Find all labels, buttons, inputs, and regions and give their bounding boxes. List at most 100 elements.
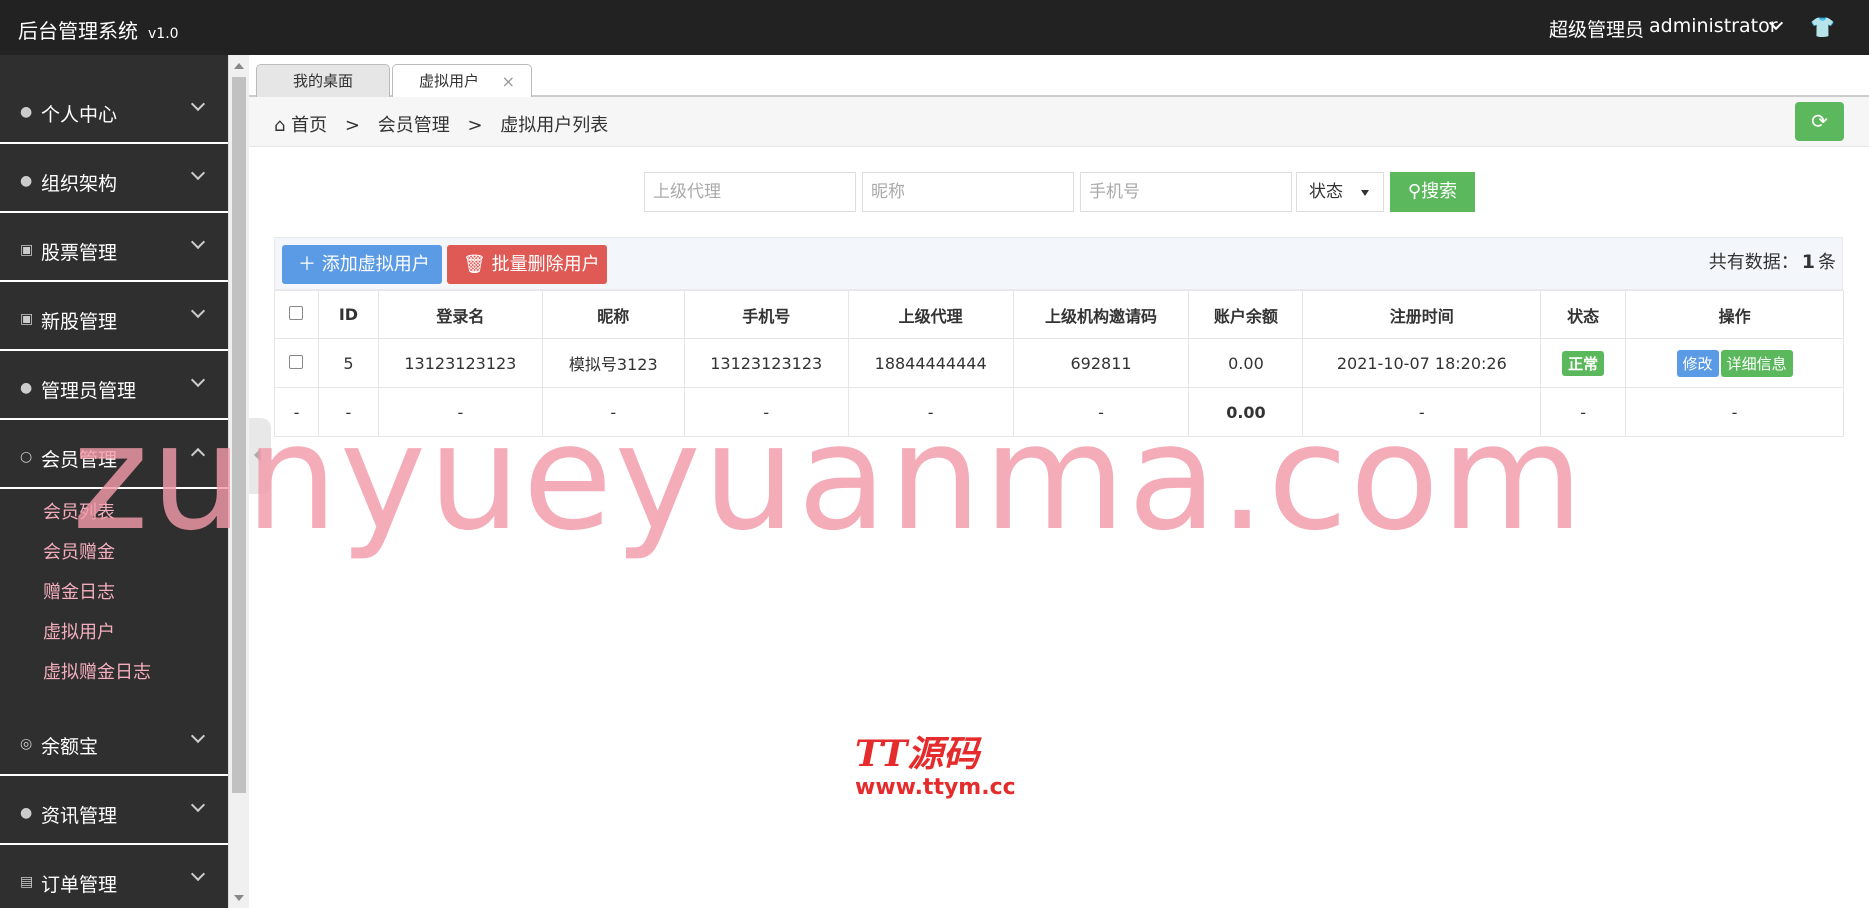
summary-balance: 0.00 [1188,387,1304,437]
user-menu[interactable]: administrator [1649,15,1778,37]
phone-search-input[interactable]: 手机号 [1080,172,1292,212]
sidebar-item-label: 订单管理 [41,874,118,896]
caret-down-icon [1361,190,1369,196]
column-header: 账户余额 [1188,290,1304,339]
app-title: 后台管理系统 v1.0 [18,15,179,44]
chevron-up-icon [190,447,206,463]
summary-cell: - [317,387,379,437]
chevron-down-icon [190,234,206,250]
detail-button[interactable]: 详细信息 [1720,349,1793,377]
tab-virtual-users[interactable]: 虚拟用户 × [392,64,532,99]
select-all-checkbox[interactable] [289,306,304,320]
tt-logo: TT源码 www.ttym.cc [855,725,1016,800]
breadcrumb: ⌂ 首页 > 会员管理 > 虚拟用户列表 [274,111,608,137]
scroll-up-icon[interactable] [234,63,244,69]
cell-balance: 0.00 [1188,338,1304,388]
sidebar-subitem-virtual-users[interactable]: 虚拟用户 [0,613,228,653]
row-checkbox-cell [274,338,319,388]
plus-icon: ＋ [298,254,316,275]
briefcase-icon: ▣ [20,242,34,258]
nickname-search-input[interactable]: 昵称 [862,172,1074,212]
status-badge: 正常 [1562,350,1605,376]
cell-phone: 13123123123 [683,338,849,388]
column-header: 上级代理 [847,290,1014,339]
cell-status: 正常 [1540,338,1627,388]
total-value: 1 [1801,251,1815,273]
summary-cell: - [847,387,1014,437]
search-form: 上级代理 昵称 手机号 状态 ⚲搜索 [0,172,1869,212]
breadcrumb-home[interactable]: 首页 [291,115,327,136]
chevron-down-icon [190,866,206,882]
cell-login: 13123123123 [377,338,543,388]
sidebar-subitem-member-list[interactable]: 会员列表 [0,493,228,533]
total-prefix: 共有数据： [1708,252,1799,273]
user-icon: ● [20,104,33,120]
column-header: 状态 [1540,290,1627,339]
chevron-down-icon [190,96,206,112]
breadcrumb-bar: ⌂ 首页 > 会员管理 > 虚拟用户列表 ⟳ [249,97,1869,147]
cell-agent: 18844444444 [847,338,1014,388]
sidebar-subitem-bonus-log[interactable]: 赠金日志 [0,573,228,613]
close-icon[interactable]: × [502,65,515,98]
sidebar-item-news-management[interactable]: ● 资讯管理 [0,776,228,845]
edit-button[interactable]: 修改 [1676,349,1719,377]
chevron-down-icon [190,797,206,813]
column-header: 登录名 [377,290,543,339]
briefcase-icon: ▣ [20,311,34,327]
sidebar-item-label: 个人中心 [41,104,118,126]
user-icon: ● [20,380,33,396]
cell-id: 5 [317,338,379,388]
status-select[interactable]: 状态 [1296,172,1384,212]
batch-delete-button[interactable]: 🗑 批量删除用户 [447,245,607,284]
table-row: 5 13123123123 模拟号3123 13123123123 188444… [274,338,1844,388]
sidebar-item-label: 股票管理 [41,242,118,264]
chevron-down-icon [190,303,206,319]
sidebar-collapse-handle[interactable] [249,418,271,494]
cell-nickname: 模拟号3123 [541,338,685,388]
scroll-down-icon[interactable] [234,895,244,901]
column-header: 注册时间 [1302,290,1542,339]
breadcrumb-level1[interactable]: 会员管理 [378,115,450,136]
chevron-left-icon [254,448,261,462]
sidebar-item-label: 管理员管理 [41,380,137,402]
tab-my-desktop[interactable]: 我的桌面 [256,64,390,97]
table-header-row: ID 登录名 昵称 手机号 上级代理 上级机构邀请码 账户余额 注册时间 状态 … [274,290,1844,339]
sidebar-item-admin-management[interactable]: ● 管理员管理 [0,351,228,420]
sidebar-item-label: 资讯管理 [41,805,118,827]
logo-url: www.ttym.cc [855,775,1016,800]
sidebar-item-personal-center[interactable]: ● 个人中心 [0,75,228,144]
summary-cell: - [541,387,685,437]
search-button[interactable]: ⚲搜索 [1390,172,1475,212]
search-button-label: 搜索 [1421,181,1458,202]
summary-cell: - [274,387,319,437]
add-button-label: 添加虚拟用户 [321,254,430,275]
sidebar-item-stock-management[interactable]: ▣ 股票管理 [0,213,228,282]
sidebar-subitem-virtual-bonus-log[interactable]: 虚拟赠金日志 [0,653,228,693]
row-checkbox[interactable] [289,354,304,369]
member-sub-menu: 会员列表 会员赠金 赠金日志 虚拟用户 虚拟赠金日志 [0,489,228,707]
column-header: 昵称 [541,290,685,339]
table-summary-row: - - - - - - - 0.00 - - - [274,387,1844,437]
add-virtual-user-button[interactable]: ＋ 添加虚拟用户 [282,245,442,284]
shirt-icon[interactable]: 👕 [1810,15,1835,39]
tab-bar: 我的桌面 虚拟用户 × [249,55,1869,99]
sidebar-item-label: 新股管理 [41,311,118,333]
top-bar: 后台管理系统 v1.0 超级管理员 administrator 👕 [0,0,1869,55]
column-header: ID [317,290,379,339]
total-count: 共有数据： 1 条 [1709,248,1836,274]
summary-cell: - [1302,387,1542,437]
sidebar-item-ipo-management[interactable]: ▣ 新股管理 [0,282,228,351]
virtual-user-table: ID 登录名 昵称 手机号 上级代理 上级机构邀请码 账户余额 注册时间 状态 … [274,290,1844,437]
agent-search-input[interactable]: 上级代理 [644,172,856,212]
refresh-button[interactable]: ⟳ [1795,102,1844,141]
summary-cell: - [1540,387,1627,437]
sidebar-item-yuebao[interactable]: ◎ 余额宝 [0,707,228,776]
sidebar-item-order-management[interactable]: ▤ 订单管理 [0,845,228,908]
cell-actions: 修改 详细信息 [1625,338,1844,388]
sidebar-item-member-management[interactable]: ○ 会员管理 [0,420,228,489]
sidebar-item-label: 余额宝 [41,736,99,758]
search-icon: ⚲ [1407,181,1422,202]
breadcrumb-level2: 虚拟用户列表 [500,115,609,136]
sidebar-subitem-member-bonus[interactable]: 会员赠金 [0,533,228,573]
summary-cell: - [377,387,543,437]
